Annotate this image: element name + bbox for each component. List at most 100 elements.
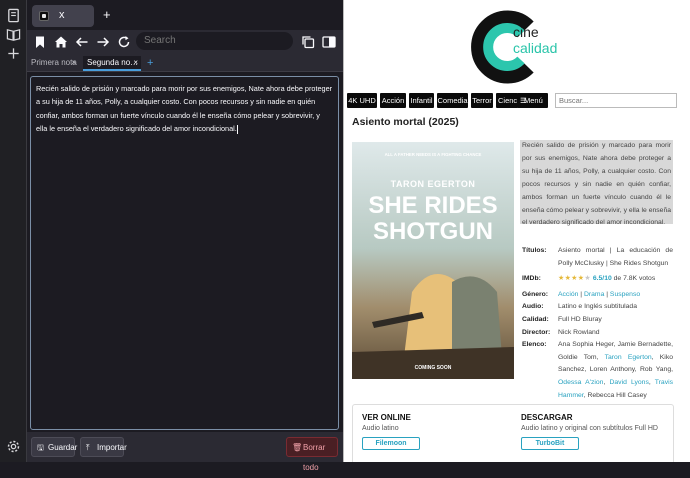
poster-tagline: ALL A FATHER NEEDS IS A FIGHTING CHANCE [384, 152, 482, 157]
cast-link[interactable]: David Lyons [609, 379, 648, 386]
menu-item-4k[interactable]: 4K UHD [347, 93, 377, 108]
notes-panel-icon[interactable] [6, 8, 21, 23]
rating-stars-icon: ★★★★★ [558, 275, 591, 283]
delete-all-label: Borrar todo [303, 443, 326, 472]
filemoon-button[interactable]: Filemoon [362, 437, 420, 450]
save-button-label: Guardar [48, 443, 78, 452]
split-view-icon[interactable] [321, 34, 337, 50]
notes-bottom-bar: 🖫 Guardar ⤒ Importar 🗑 Borrar todo [27, 432, 343, 472]
genre-menu: 4K UHD Acción Infantil Comedia Terror Ci… [347, 93, 677, 108]
logo-text-calidad: calidad [513, 40, 558, 56]
info-imdb-row: IMDb: ★★★★★ 6.5/10 de 7.8K votos [522, 273, 673, 286]
save-icon: 🖫 [37, 443, 44, 452]
cast-text: , Rebecca Hill Casey [583, 391, 647, 399]
trash-icon: 🗑 [292, 443, 303, 452]
info-director-row: Director: Nick Rowland [522, 327, 673, 340]
note-textarea[interactable]: Recién salido de prisión y marcado para … [30, 76, 339, 430]
note-tab-label: Segunda no… [87, 58, 139, 67]
info-cast-label: Elenco: [522, 341, 547, 349]
watch-online-section: VER ONLINE Audio latino Filemoon [362, 413, 512, 450]
note-tab-primera[interactable]: Primera nota × [27, 56, 79, 71]
cine-calidad-favicon-icon [39, 11, 49, 21]
info-cast-row: Elenco: Ana Sophia Heger, Jamie Bernadet… [522, 341, 674, 399]
download-subtitle: Audio latino y original con subtítulos F… [521, 425, 658, 432]
home-icon[interactable] [53, 34, 69, 50]
genre-link-suspenso[interactable]: Suspenso [610, 291, 640, 298]
import-button-label: Importar [97, 443, 127, 452]
info-quality-value: Full HD Bluray [558, 315, 602, 323]
bookmark-icon[interactable] [32, 34, 48, 50]
browser-tab-bar: x + [27, 0, 343, 30]
info-genre-row: Género: Acción | Drama | Suspenso [522, 289, 673, 302]
menu-item-accion[interactable]: Acción [380, 93, 406, 108]
add-note-tab-button[interactable]: + [147, 57, 153, 69]
info-audio-label: Audio: [522, 303, 544, 311]
site-search-input[interactable] [555, 93, 677, 108]
new-tab-button[interactable]: + [103, 8, 111, 22]
forward-arrow-icon[interactable] [95, 34, 111, 50]
app-window: x + Primera nota × [0, 0, 690, 472]
delete-all-button[interactable]: 🗑 Borrar todo [286, 437, 338, 472]
menu-item-terror[interactable]: Terror [471, 93, 493, 108]
notes-tab-bar: Primera nota × Segunda no… × + [27, 54, 343, 72]
website-view: cine calidad 4K UHD Acción Infantil Come… [343, 0, 690, 462]
url-search-input[interactable] [136, 32, 293, 50]
sidebar-rail [0, 0, 27, 462]
text-cursor [236, 124, 238, 134]
genre-link-drama[interactable]: Drama [584, 291, 604, 298]
copy-icon[interactable] [300, 34, 316, 50]
hamburger-icon: ☰ [520, 96, 527, 105]
save-button[interactable]: 🖫 Guardar [31, 437, 78, 457]
download-section: DESCARGAR Audio latino y original con su… [521, 413, 671, 450]
turbobit-button[interactable]: TurboBit [521, 437, 579, 450]
note-tab-close-icon[interactable]: × [71, 56, 76, 70]
import-button[interactable]: ⤒ Importar [80, 437, 127, 457]
reload-icon[interactable] [116, 34, 132, 50]
movie-synopsis: Recién salido de prisión y marcado para … [520, 140, 673, 227]
watch-online-subtitle: Audio latino [362, 425, 399, 432]
movie-title: Asiento mortal (2025) [352, 116, 459, 128]
info-genre-label: Género: [522, 290, 549, 298]
info-titles-value: Asiento mortal | La educación de Polly M… [558, 247, 673, 267]
watch-download-box: VER ONLINE Audio latino Filemoon DESCARG… [352, 404, 674, 462]
info-audio-value: Latino e Inglés subtitulada [558, 303, 637, 311]
menu-item-ciencia[interactable]: Cienc [496, 93, 518, 108]
cine-calidad-logo[interactable]: cine calidad [465, 6, 565, 86]
add-panel-icon[interactable] [6, 46, 21, 61]
info-audio-row: Audio: Latino e Inglés subtitulada [522, 301, 673, 314]
note-tab-label: Primera nota [31, 58, 77, 67]
info-imdb-label: IMDb: [522, 275, 541, 283]
cast-link[interactable]: Odessa A'zion [558, 379, 603, 386]
poster-title-line-2: SHOTGUN [373, 218, 493, 245]
info-titles-label: Títulos: [522, 247, 547, 254]
menu-item-comedia[interactable]: Comedia [437, 93, 468, 108]
note-tab-segunda[interactable]: Segunda no… × [83, 56, 141, 71]
watch-online-heading: VER ONLINE [362, 413, 411, 422]
menu-button[interactable]: ☰ Menú [517, 93, 548, 108]
movie-poster[interactable]: ALL A FATHER NEEDS IS A FIGHTING CHANCE … [352, 142, 514, 379]
browser-tab-title: x [59, 9, 65, 21]
genre-link-accion[interactable]: Acción [558, 291, 578, 298]
info-quality-label: Calidad: [522, 315, 549, 323]
poster-title-line-1: SHE RIDES [368, 192, 498, 219]
info-quality-row: Calidad: Full HD Bluray [522, 314, 673, 327]
info-titles-row: Títulos: Asiento mortal | La educación d… [522, 245, 673, 270]
import-icon: ⤒ [86, 443, 90, 452]
poster-actor: TARON EGERTON [390, 179, 476, 189]
logo-text-cine: cine [513, 24, 539, 40]
poster-footer: COMING SOON [414, 365, 452, 371]
note-text: Recién salido de prisión y marcado para … [36, 84, 333, 134]
info-director-value: Nick Rowland [558, 328, 600, 336]
menu-item-infantil[interactable]: Infantil [409, 93, 434, 108]
book-icon[interactable] [6, 27, 21, 42]
imdb-votes: de 7.8K votos [613, 275, 656, 283]
imdb-rating: 6.5/10 [592, 275, 612, 283]
settings-gear-icon[interactable] [6, 439, 21, 454]
note-tab-close-icon[interactable]: × [133, 56, 138, 70]
info-director-label: Director: [522, 328, 551, 336]
movie-info: Títulos: Asiento mortal | La educación d… [522, 245, 673, 402]
browser-toolbar [27, 30, 343, 54]
browser-tab[interactable]: x [32, 5, 94, 27]
back-arrow-icon[interactable] [74, 34, 90, 50]
cast-link[interactable]: Taron Egerton [605, 354, 652, 361]
